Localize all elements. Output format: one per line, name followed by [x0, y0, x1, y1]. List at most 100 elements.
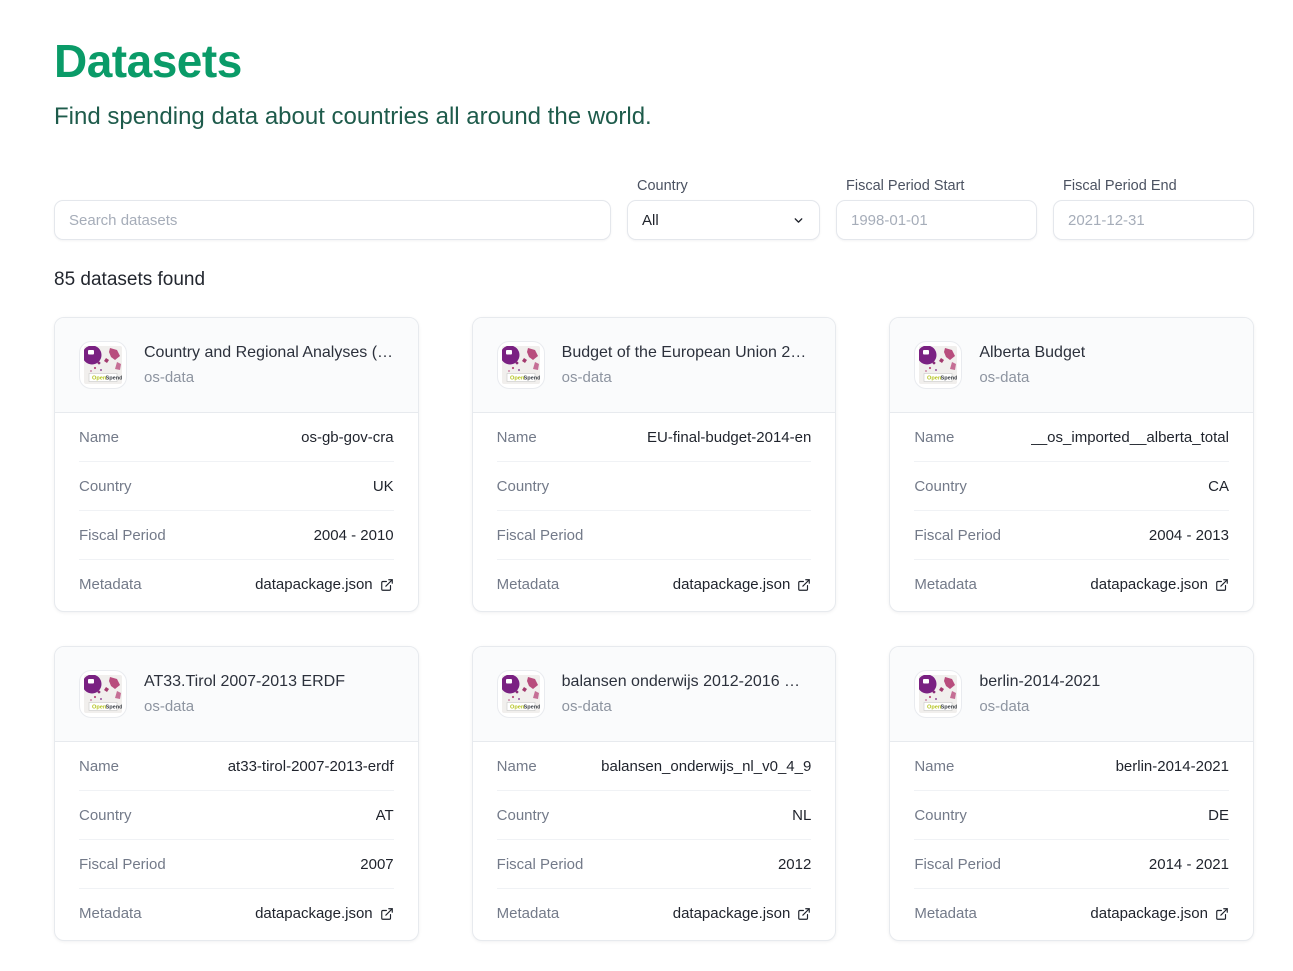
country-row: Country UK [79, 462, 394, 511]
dataset-card-header: Open Spending balansen onderwijs 2012-20… [473, 647, 836, 742]
filter-bar: Country All Fiscal Period Start Fiscal P… [54, 178, 1254, 240]
datapackage-link[interactable]: datapackage.json [1090, 905, 1229, 922]
dataset-owner: os-data [979, 698, 1100, 715]
name-row-label: Name [497, 758, 537, 775]
dataset-card[interactable]: Open Spending Country and Regional Analy… [54, 317, 419, 612]
dataset-card-header: Open Spending berlin-2014-2021 os-data [890, 647, 1253, 742]
dataset-owner: os-data [562, 369, 812, 386]
dataset-title: Country and Regional Analyses (CRA) - UK… [144, 344, 394, 362]
country-row-label: Country [497, 478, 550, 495]
fiscal-period-row-label: Fiscal Period [79, 856, 166, 873]
fiscal-start-input[interactable] [836, 200, 1037, 240]
fiscal-start-label: Fiscal Period Start [846, 178, 1037, 194]
dataset-card-titles: balansen onderwijs 2012-2016 NL v4.9 os-… [562, 673, 812, 715]
fiscal-period-row-label: Fiscal Period [914, 856, 1001, 873]
metadata-row: Metadata datapackage.json [497, 560, 812, 609]
metadata-row: Metadata datapackage.json [497, 889, 812, 938]
external-link-icon [380, 578, 394, 592]
metadata-row-label: Metadata [497, 576, 560, 593]
fiscal-period-row-value: 2012 [778, 856, 811, 873]
svg-text:Spending: Spending [523, 376, 540, 382]
dataset-card-header: Open Spending Alberta Budget os-data [890, 318, 1253, 413]
metadata-row: Metadata datapackage.json [914, 560, 1229, 609]
name-row-label: Name [914, 758, 954, 775]
svg-text:Spending: Spending [523, 705, 540, 711]
fiscal-period-row-value: 2004 - 2013 [1149, 527, 1229, 544]
name-row: Name __os_imported__alberta_total [914, 413, 1229, 462]
openspending-logo-icon: Open Spending [497, 341, 545, 389]
name-row: Name EU-final-budget-2014-en [497, 413, 812, 462]
dataset-card-titles: Budget of the European Union 2014 os-dat… [562, 344, 812, 386]
external-link-icon [1215, 578, 1229, 592]
dataset-card[interactable]: Open Spending Alberta Budget os-data Nam… [889, 317, 1254, 612]
dataset-card-body: Name __os_imported__alberta_total Countr… [890, 413, 1253, 611]
datapackage-link[interactable]: datapackage.json [255, 905, 394, 922]
dataset-card[interactable]: Open Spending balansen onderwijs 2012-20… [472, 646, 837, 941]
fiscal-period-row-label: Fiscal Period [497, 856, 584, 873]
metadata-row-label: Metadata [79, 576, 142, 593]
dataset-card-titles: Country and Regional Analyses (CRA) - UK… [144, 344, 394, 386]
datapackage-link[interactable]: datapackage.json [673, 576, 812, 593]
name-row-label: Name [497, 429, 537, 446]
name-row: Name balansen_onderwijs_nl_v0_4_9 [497, 742, 812, 791]
country-row-value: NL [792, 807, 811, 824]
country-row-label: Country [79, 807, 132, 824]
metadata-row-label: Metadata [914, 576, 977, 593]
metadata-row: Metadata datapackage.json [79, 560, 394, 609]
name-row-value: at33-tirol-2007-2013-erdf [228, 758, 394, 775]
openspending-logo-icon: Open Spending [497, 670, 545, 718]
name-row-label: Name [914, 429, 954, 446]
country-row: Country NL [497, 791, 812, 840]
metadata-row: Metadata datapackage.json [914, 889, 1229, 938]
name-row: Name at33-tirol-2007-2013-erdf [79, 742, 394, 791]
svg-text:Spending: Spending [106, 705, 123, 711]
fiscal-end-label: Fiscal Period End [1063, 178, 1254, 194]
fiscal-period-row: Fiscal Period 2014 - 2021 [914, 840, 1229, 889]
external-link-icon [797, 907, 811, 921]
metadata-row-label: Metadata [497, 905, 560, 922]
datapackage-link[interactable]: datapackage.json [673, 905, 812, 922]
page-subtitle: Find spending data about countries all a… [54, 103, 1254, 131]
country-filter: Country All [627, 178, 820, 240]
fiscal-period-row-value: 2014 - 2021 [1149, 856, 1229, 873]
metadata-row: Metadata datapackage.json [79, 889, 394, 938]
dataset-card[interactable]: Open Spending AT33.Tirol 2007-2013 ERDF … [54, 646, 419, 941]
country-select-value: All [642, 212, 659, 229]
dataset-title: Budget of the European Union 2014 [562, 344, 812, 362]
dataset-card-titles: AT33.Tirol 2007-2013 ERDF os-data [144, 673, 345, 715]
dataset-card[interactable]: Open Spending berlin-2014-2021 os-data N… [889, 646, 1254, 941]
results-count: 85 datasets found [54, 269, 1254, 291]
dataset-card[interactable]: Open Spending Budget of the European Uni… [472, 317, 837, 612]
country-row-label: Country [79, 478, 132, 495]
dataset-owner: os-data [144, 369, 394, 386]
fiscal-end-input[interactable] [1053, 200, 1254, 240]
fiscal-period-row: Fiscal Period 2007 [79, 840, 394, 889]
dataset-title: Alberta Budget [979, 344, 1085, 362]
search-input[interactable] [54, 200, 611, 240]
openspending-logo-icon: Open Spending [79, 341, 127, 389]
datapackage-link[interactable]: datapackage.json [1090, 576, 1229, 593]
datapackage-link[interactable]: datapackage.json [255, 576, 394, 593]
country-row: Country AT [79, 791, 394, 840]
fiscal-period-row: Fiscal Period 2004 - 2010 [79, 511, 394, 560]
country-select[interactable]: All [627, 200, 820, 240]
openspending-logo-icon: Open Spending [914, 670, 962, 718]
datapackage-link-text: datapackage.json [673, 576, 791, 593]
name-row-label: Name [79, 429, 119, 446]
openspending-logo-icon: Open Spending [914, 341, 962, 389]
dataset-card-body: Name balansen_onderwijs_nl_v0_4_9 Countr… [473, 742, 836, 940]
fiscal-period-row-value: 2004 - 2010 [314, 527, 394, 544]
country-row: Country DE [914, 791, 1229, 840]
country-row-label: Country [914, 478, 967, 495]
dataset-card-body: Name os-gb-gov-cra Country UK Fiscal Per… [55, 413, 418, 611]
metadata-row-label: Metadata [79, 905, 142, 922]
name-row-value: os-gb-gov-cra [301, 429, 394, 446]
external-link-icon [380, 907, 394, 921]
country-row-value: AT [376, 807, 394, 824]
country-filter-label: Country [637, 178, 820, 194]
country-row-value: UK [373, 478, 394, 495]
dataset-card-header: Open Spending Budget of the European Uni… [473, 318, 836, 413]
dataset-card-header: Open Spending Country and Regional Analy… [55, 318, 418, 413]
datapackage-link-text: datapackage.json [255, 905, 373, 922]
svg-text:Spending: Spending [106, 376, 123, 382]
